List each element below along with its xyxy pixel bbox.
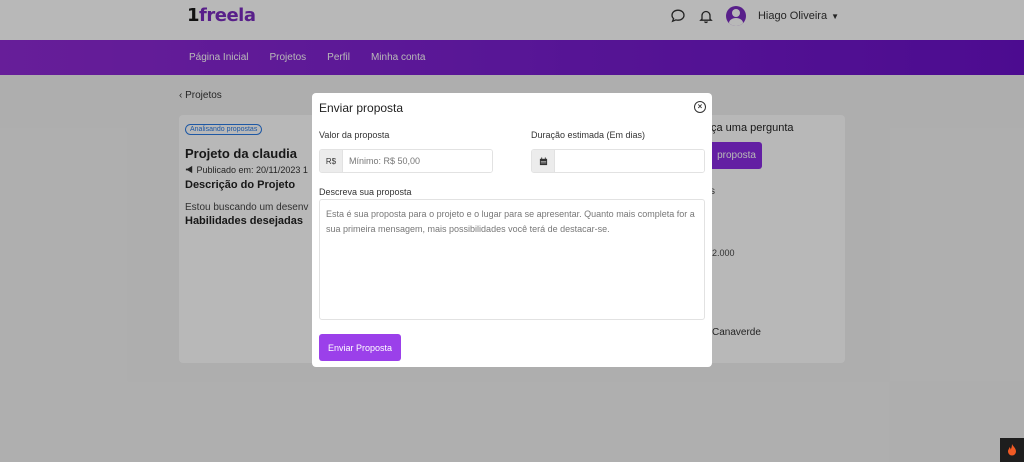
close-icon[interactable]: ×: [694, 101, 706, 113]
value-input-group: R$: [319, 149, 493, 173]
value-label: Valor da proposta: [319, 130, 390, 140]
proposal-modal: Enviar proposta × Valor da proposta R$ D…: [312, 93, 712, 367]
proposal-description-textarea[interactable]: [319, 199, 705, 320]
modal-title: Enviar proposta: [319, 101, 404, 115]
duration-input[interactable]: [555, 150, 704, 172]
duration-label: Duração estimada (Em dias): [531, 130, 646, 140]
currency-prefix: R$: [320, 150, 343, 172]
flame-icon[interactable]: [1000, 438, 1024, 462]
submit-proposal-button[interactable]: Enviar Proposta: [319, 334, 401, 361]
description-label: Descreva sua proposta: [319, 187, 412, 197]
value-input[interactable]: [343, 150, 492, 172]
duration-input-group: [531, 149, 705, 173]
calendar-icon: [532, 150, 555, 172]
